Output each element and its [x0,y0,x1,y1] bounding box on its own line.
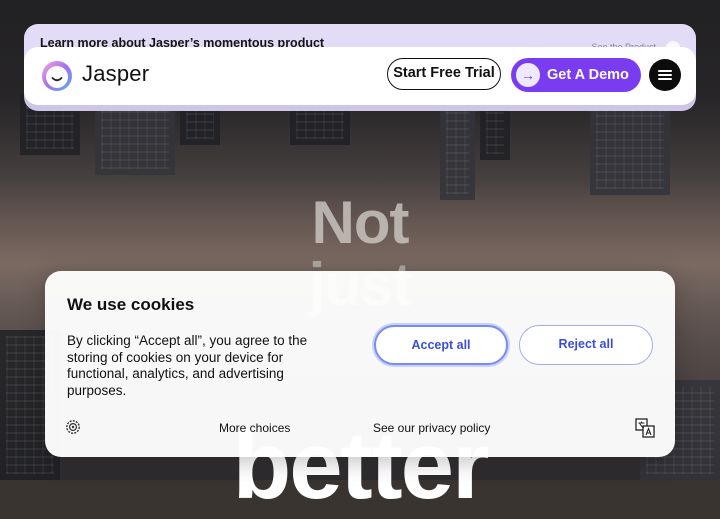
more-choices-link[interactable]: More choices [219,421,290,435]
gear-icon[interactable] [65,419,81,435]
hero-headline-line-1: Not [311,189,410,256]
brand-name[interactable]: Jasper [82,61,149,87]
start-free-trial-button[interactable]: Start Free Trial [387,58,501,90]
get-a-demo-label: Get A Demo [547,67,629,83]
building-silhouette [95,95,175,175]
building-silhouette [480,100,510,160]
reject-all-button[interactable]: Reject all [519,325,653,365]
translate-icon[interactable] [635,418,655,438]
jasper-logo-icon[interactable] [40,59,74,93]
cookie-consent-dialog: We use cookies By clicking “Accept all”,… [45,271,675,457]
building-silhouette [440,100,475,200]
menu-button[interactable] [649,59,681,91]
arrow-right-icon: → [516,63,540,87]
cookie-title: We use cookies [67,295,195,314]
privacy-policy-link[interactable]: See our privacy policy [373,421,490,435]
building-silhouette [180,105,220,145]
accept-all-button[interactable]: Accept all [374,325,508,365]
navbar: Jasper Start Free Trial → Get A Demo [24,47,696,105]
cookie-description: By clicking “Accept all”, you agree to t… [67,333,308,398]
building-silhouette [590,95,670,195]
get-a-demo-button[interactable]: → Get A Demo [511,58,641,92]
